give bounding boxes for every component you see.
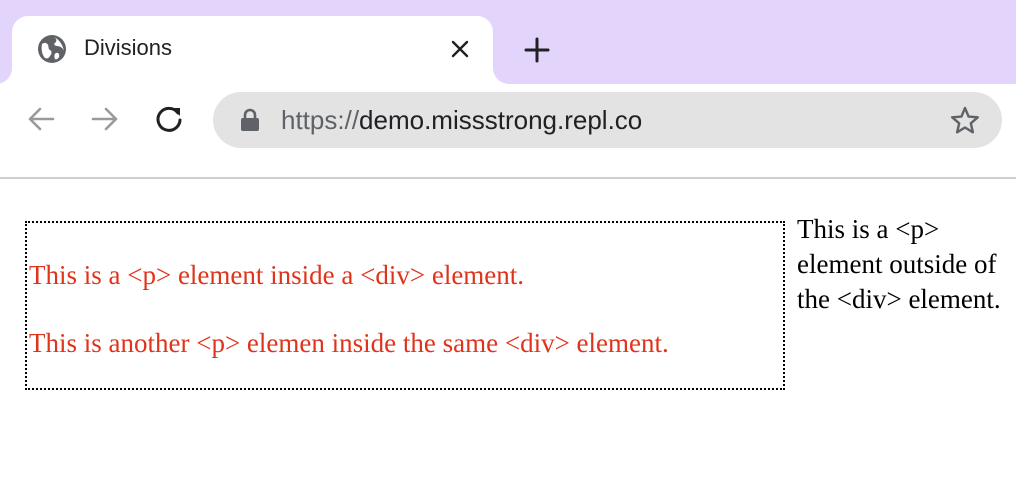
div-paragraph-1: This is a <p> element inside a <div> ele… (29, 260, 525, 290)
outside-paragraph: This is a <p> element outside of the <di… (797, 214, 1001, 314)
tab-divisions[interactable]: Divisions (12, 16, 493, 84)
page-content: This is a <p> element inside a <div> ele… (0, 179, 1016, 502)
browser-window: Divisions https://demo.missstrong.repl.c… (0, 0, 1016, 502)
globe-icon (36, 33, 68, 65)
tab-strip: Divisions (0, 0, 1016, 84)
tab-title: Divisions (84, 35, 173, 60)
url-host: demo.missstrong.repl.co (359, 105, 643, 135)
arrow-left-icon[interactable] (24, 102, 58, 136)
close-icon[interactable] (444, 33, 476, 65)
div-container: This is a <p> element inside a <div> ele… (25, 221, 785, 390)
plus-icon[interactable] (520, 33, 554, 67)
url-scheme: https:// (281, 105, 360, 135)
browser-toolbar: https://demo.missstrong.repl.co (0, 84, 1016, 179)
lock-icon[interactable] (239, 108, 261, 132)
star-icon[interactable] (949, 105, 981, 137)
reload-icon[interactable] (152, 102, 186, 136)
url-text[interactable]: https://demo.missstrong.repl.co (281, 104, 642, 136)
address-bar[interactable]: https://demo.missstrong.repl.co (213, 92, 1002, 148)
arrow-right-icon[interactable] (88, 102, 122, 136)
div-paragraph-2: This is another <p> elemen inside the sa… (29, 328, 669, 358)
